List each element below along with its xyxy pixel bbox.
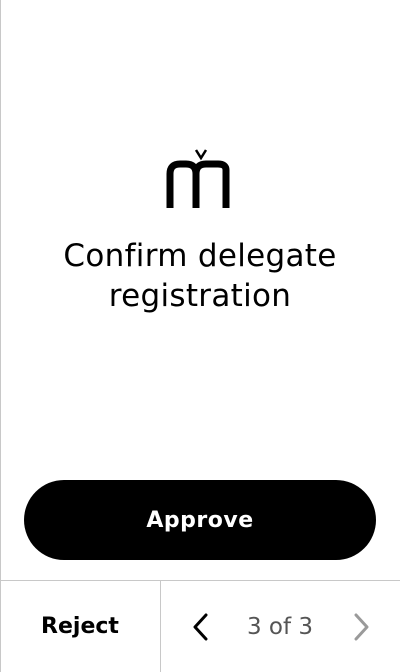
approve-button[interactable]: Approve [24, 480, 376, 560]
page-title: Confirm delegate registration [0, 236, 400, 316]
chevron-left-icon [193, 613, 208, 641]
title-line-2: registration [108, 278, 292, 314]
page-indicator: 3 of 3 [246, 613, 314, 640]
reject-button[interactable]: Reject [0, 581, 160, 672]
title-line-1: Confirm delegate [63, 238, 337, 274]
confirm-screen: Confirm delegate registration Approve Re… [0, 0, 400, 672]
chevron-right-icon [354, 613, 369, 641]
previous-page-button[interactable] [181, 607, 221, 647]
footer-bar: Reject 3 of 3 [0, 580, 400, 672]
pager: 3 of 3 [161, 581, 400, 672]
screen-edge-divider [0, 0, 1, 672]
reject-button-label: Reject [41, 614, 119, 639]
next-page-button[interactable] [341, 607, 381, 647]
brand-logo-icon [166, 149, 230, 208]
approve-button-label: Approve [146, 507, 254, 533]
